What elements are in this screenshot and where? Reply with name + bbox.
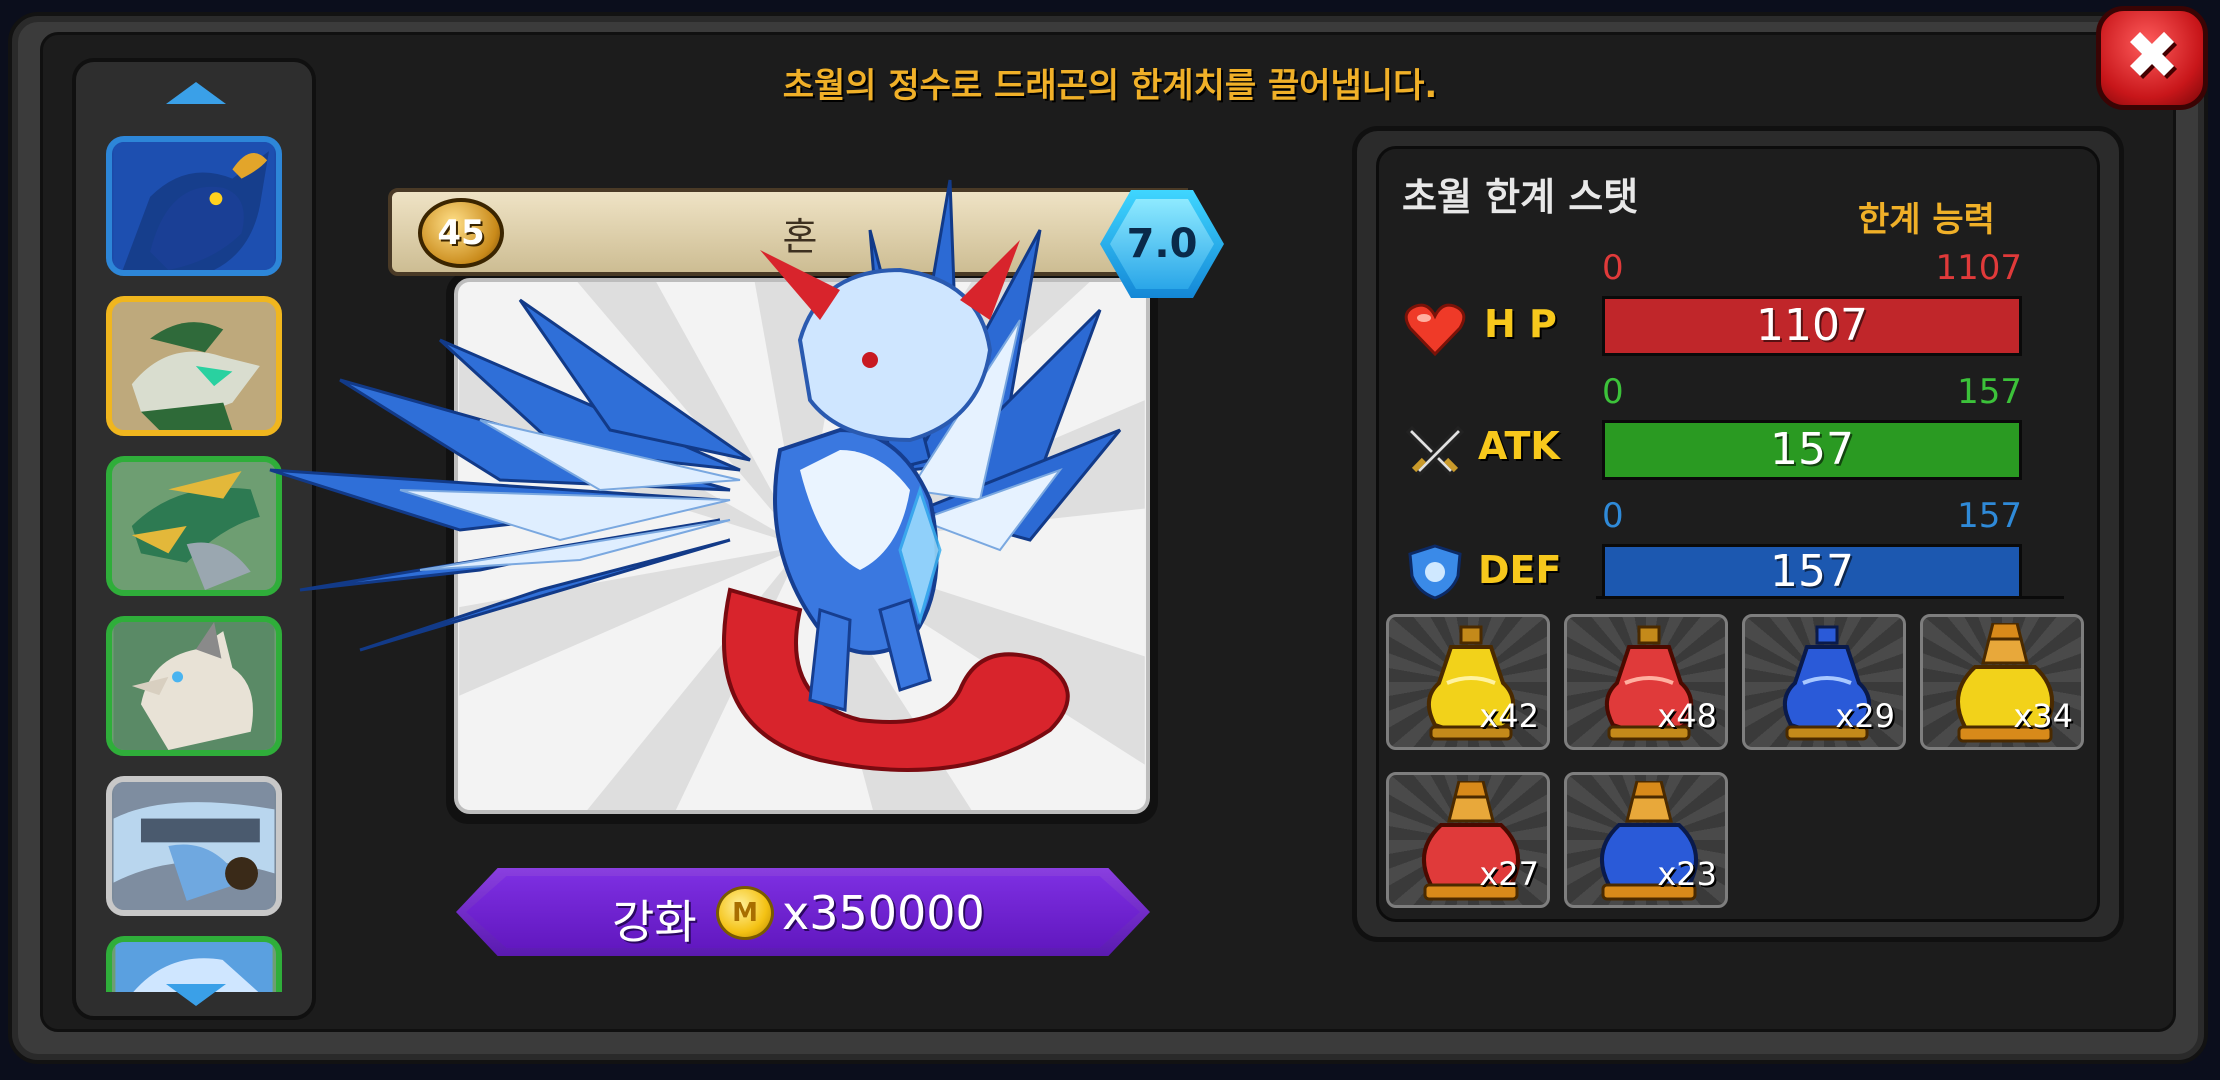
item-slot-blue-potion-small[interactable]: x29 xyxy=(1742,614,1906,750)
item-count: x27 xyxy=(1479,855,1539,893)
upgrade-cost: x350000 xyxy=(782,886,985,940)
sunburst-background xyxy=(459,282,1145,810)
hp-label: H P xyxy=(1484,302,1557,346)
item-count: x29 xyxy=(1835,697,1895,735)
item-count: x42 xyxy=(1479,697,1539,735)
wolf-dragon-portrait-icon xyxy=(113,622,275,750)
silver-dragon-portrait-icon xyxy=(113,782,275,910)
crossed-swords-icon xyxy=(1404,422,1466,478)
hp-max-value: 1107 xyxy=(1935,248,2022,288)
item-slot-blue-potion-large[interactable]: x23 xyxy=(1564,772,1728,908)
def-label: DEF xyxy=(1478,548,1562,592)
dragon-thumbnail-wolf[interactable] xyxy=(106,616,282,756)
stats-subtitle: 한계 능력 xyxy=(1858,200,1995,240)
shield-icon xyxy=(1404,544,1466,600)
item-count: x23 xyxy=(1657,855,1717,893)
atk-max-value: 157 xyxy=(1957,372,2022,412)
def-bar: 157 xyxy=(1602,544,2022,597)
def-min-value: 0 xyxy=(1602,496,1624,536)
dragon-list[interactable] xyxy=(72,58,316,1020)
gold-dragon-portrait-icon xyxy=(113,302,275,430)
atk-label: ATK xyxy=(1478,424,1560,468)
close-button[interactable]: ✖ xyxy=(2096,6,2208,110)
dragon-thumbnail-green[interactable] xyxy=(106,456,282,596)
close-icon: ✖ xyxy=(2124,17,2180,94)
hp-bar: 1107 xyxy=(1602,296,2022,356)
heart-icon xyxy=(1404,300,1466,356)
item-slot-yellow-potion-small[interactable]: x42 xyxy=(1386,614,1550,750)
dragon-thumbnail-silver[interactable] xyxy=(106,776,282,916)
stats-divider xyxy=(1596,596,2064,599)
atk-bar: 157 xyxy=(1602,420,2022,480)
atk-min-value: 0 xyxy=(1602,372,1624,412)
def-max-value: 157 xyxy=(1957,496,2022,536)
dragon-thumbnail-blue[interactable] xyxy=(106,136,282,276)
coin-icon: M xyxy=(716,886,774,940)
dragon-level-badge: 45 xyxy=(418,198,504,268)
item-slot-yellow-potion-large[interactable]: x34 xyxy=(1920,614,2084,750)
upgrade-label: 강화 xyxy=(612,895,697,949)
scroll-up-arrow-icon[interactable] xyxy=(166,82,226,104)
stats-title: 초월 한계 스탯 xyxy=(1402,175,1639,219)
dragon-thumbnail-gold[interactable] xyxy=(106,296,282,436)
item-slot-red-potion-small[interactable]: x48 xyxy=(1564,614,1728,750)
item-slot-red-potion-large[interactable]: x27 xyxy=(1386,772,1550,908)
dragon-card-background xyxy=(454,278,1150,814)
dragon-name: 혼 xyxy=(782,215,818,259)
green-dragon-portrait-icon xyxy=(113,462,275,590)
item-count: x34 xyxy=(2013,697,2073,735)
item-count: x48 xyxy=(1657,697,1717,735)
hp-min-value: 0 xyxy=(1602,248,1624,288)
header-description: 초월의 정수로 드래곤의 한계치를 끌어냅니다. xyxy=(782,66,1438,106)
blue-dragon-portrait-icon xyxy=(113,142,275,270)
scroll-down-arrow-icon[interactable] xyxy=(166,984,226,1006)
